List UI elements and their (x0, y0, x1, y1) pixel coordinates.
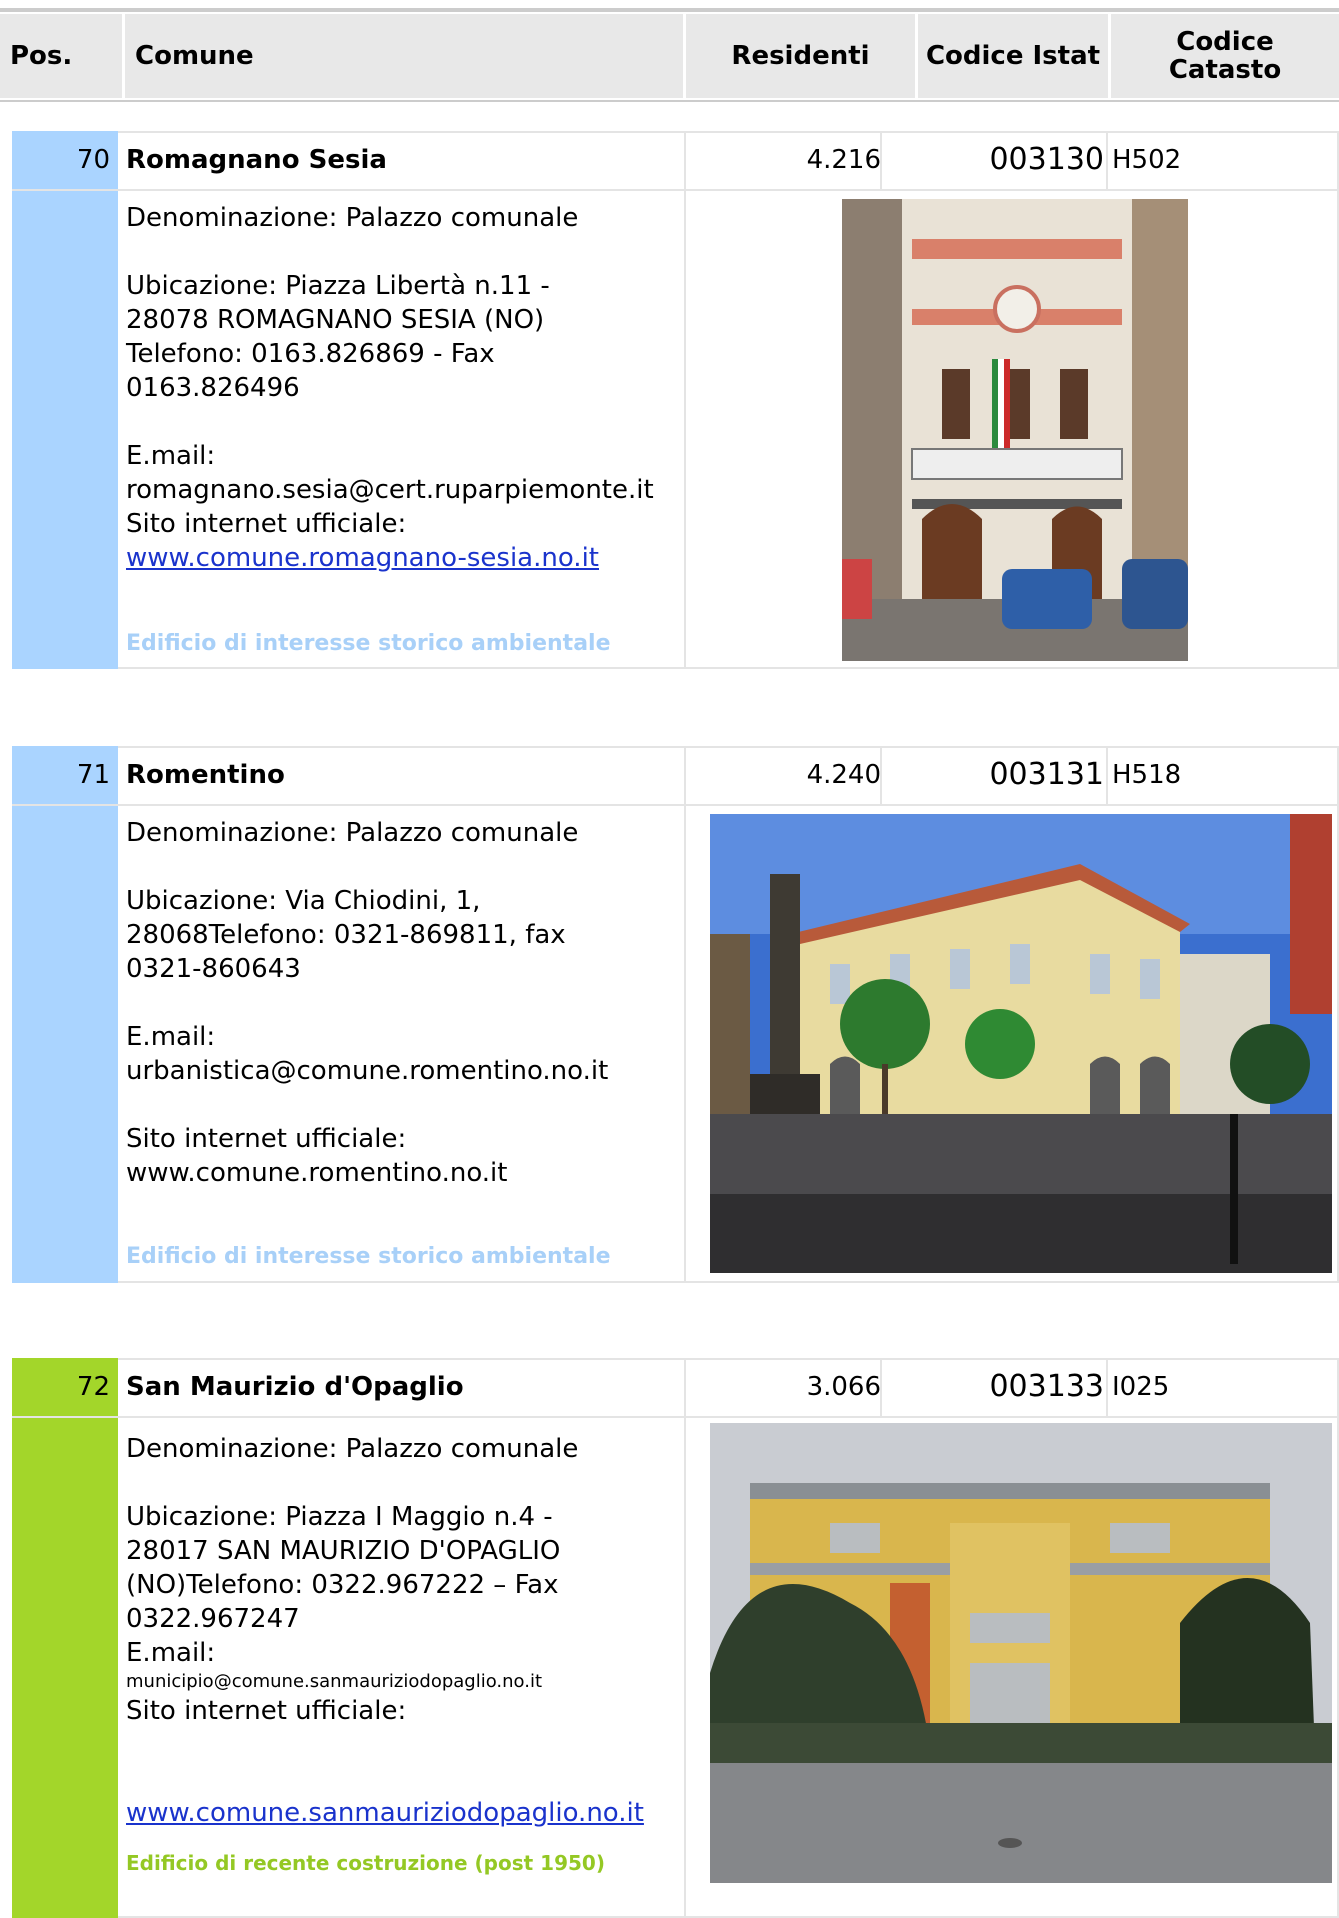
entry-details: Denominazione: Palazzo comunale Ubicazio… (126, 816, 686, 1190)
entry-pos: 70 (76, 145, 110, 175)
header-catasto-line2: Catasto (1168, 55, 1282, 85)
entry-website-link[interactable]: www.comune.sanmauriziodopaglio.no.it (126, 1798, 644, 1828)
entry-ubicazione: Ubicazione: Piazza I Maggio n.4 - 28017 … (126, 1502, 561, 1634)
entry-codice-catasto: H518 (1112, 760, 1182, 790)
entry-website: www.comune.romentino.no.it (126, 1158, 508, 1188)
entry-email: urbanistica@comune.romentino.no.it (126, 1056, 609, 1086)
header-catasto: Codice Catasto (1111, 14, 1339, 98)
entry-comune-name: Romentino (126, 760, 285, 790)
town-hall-photo (842, 199, 1188, 661)
entry-codice-istat: 003130 (989, 142, 1104, 177)
entry-email: municipio@comune.sanmauriziodopaglio.no.… (126, 1671, 543, 1692)
entry-residenti: 4.216 (806, 145, 881, 175)
entry-details: Denominazione: Palazzo comunale Ubicazio… (126, 1432, 686, 1830)
town-hall-photo (710, 1423, 1332, 1883)
table-header: Pos. Comune Residenti Codice Istat Codic… (0, 0, 1339, 108)
entry-email: romagnano.sesia@cert.ruparpiemonte.it (126, 475, 654, 505)
entry-building-tag: Edificio di recente costruzione (post 19… (126, 1851, 605, 1875)
entry-denominazione: Denominazione: Palazzo comunale (126, 818, 579, 848)
header-comune: Comune (125, 14, 683, 98)
entry-codice-istat: 003131 (989, 757, 1104, 792)
entry-email-label: E.mail: (126, 1022, 216, 1052)
header-top-divider (0, 8, 1339, 12)
entry-col-divider (1106, 746, 1108, 804)
entry-building-tag: Edificio di interesse storico ambientale (126, 631, 611, 656)
entry-denominazione: Denominazione: Palazzo comunale (126, 1434, 579, 1464)
entry-comune-name: Romagnano Sesia (126, 145, 387, 175)
header-bottom-divider (0, 100, 1339, 102)
town-hall-photo (710, 814, 1332, 1273)
entry-sito-label: Sito internet ufficiale: (126, 1696, 407, 1726)
header-istat: Codice Istat (918, 14, 1108, 98)
entry-email-label: E.mail: (126, 1638, 216, 1668)
entry-residenti: 3.066 (806, 1372, 881, 1402)
header-pos: Pos. (0, 14, 122, 98)
header-residenti: Residenti (686, 14, 915, 98)
entry-category-stripe (12, 131, 118, 669)
comune-entry: 71 Romentino 4.240 003131 H518 Denominaz… (12, 746, 1339, 1283)
entry-ubicazione: Ubicazione: Via Chiodini, 1, 28068Telefo… (126, 886, 566, 984)
entry-col-divider (1106, 1358, 1108, 1416)
entry-details: Denominazione: Palazzo comunale Ubicazio… (126, 201, 686, 575)
entry-category-stripe (12, 1358, 118, 1918)
entry-pos: 71 (76, 760, 110, 790)
entry-col-divider (1106, 131, 1108, 189)
entry-email-label: E.mail: (126, 441, 216, 471)
comune-entry: 70 Romagnano Sesia 4.216 003130 H502 Den… (12, 131, 1339, 669)
entry-residenti: 4.240 (806, 760, 881, 790)
entry-row-divider (12, 804, 1339, 806)
entry-sito-label: Sito internet ufficiale: (126, 509, 407, 539)
entry-website-link[interactable]: www.comune.romagnano-sesia.no.it (126, 543, 599, 573)
header-catasto-line1: Codice (1176, 27, 1274, 57)
entry-row-divider (12, 189, 1339, 191)
comune-entry: 72 San Maurizio d'Opaglio 3.066 003133 I… (12, 1358, 1339, 1918)
entry-codice-catasto: H502 (1112, 145, 1182, 175)
entry-building-tag: Edificio di interesse storico ambientale (126, 1244, 611, 1269)
entry-sito-label: Sito internet ufficiale: (126, 1124, 407, 1154)
entry-codice-catasto: I025 (1112, 1372, 1170, 1402)
entry-category-stripe (12, 746, 118, 1283)
entry-denominazione: Denominazione: Palazzo comunale (126, 203, 579, 233)
entry-codice-istat: 003133 (989, 1369, 1104, 1404)
entry-pos: 72 (76, 1372, 110, 1402)
entry-comune-name: San Maurizio d'Opaglio (126, 1372, 464, 1402)
entry-row-divider (12, 1416, 1339, 1418)
entry-ubicazione: Ubicazione: Piazza Libertà n.11 - 28078 … (126, 271, 550, 403)
